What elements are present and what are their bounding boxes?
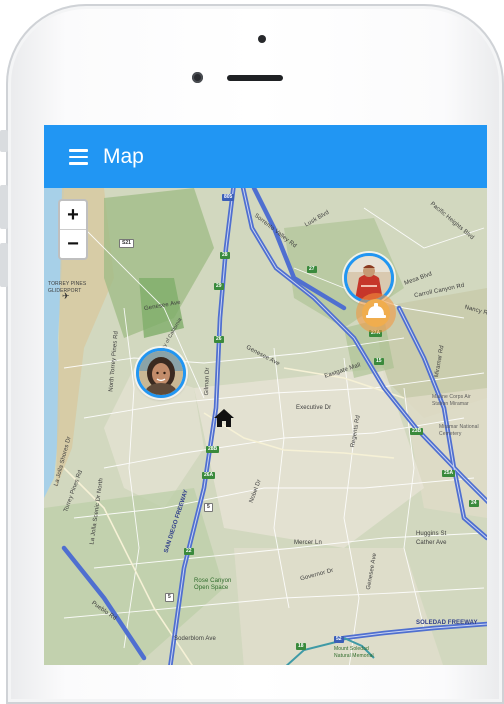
route-shield-52: 52 [334, 636, 344, 643]
route-shield-22: 22 [184, 548, 194, 555]
phone-side-button-volume-down [0, 243, 8, 287]
route-shield-805: 805 [222, 194, 235, 201]
map-label-miramar-national-cemetery: Miramar National Cemetery [439, 424, 479, 437]
route-shield-28b: 28B [206, 446, 220, 453]
zoom-out-button[interactable]: − [60, 230, 86, 258]
map-view[interactable]: TORREY PINES GLIDERPORT ✈ La Jolla Shore… [44, 188, 487, 665]
route-shield-25a: 25A [442, 470, 456, 477]
route-shield-26a: 26A [202, 472, 216, 479]
map-base-layer [44, 188, 487, 665]
map-label-gilman-dr: Gilman Dr [203, 367, 211, 396]
map-label-mercer-ln: Mercer Ln [294, 540, 322, 546]
hamburger-menu-icon[interactable] [69, 149, 88, 165]
map-label-soderblom-ave: Soderblom Ave [174, 636, 216, 642]
map-label-rose-canyon: Rose Canyon Open Space [194, 578, 232, 591]
hard-hat-icon [362, 299, 390, 327]
route-shield-s21: S21 [119, 239, 134, 248]
home-location-marker[interactable] [213, 407, 235, 429]
map-label-torrey-pines: TORREY PINES [48, 281, 87, 287]
avatar [139, 351, 183, 395]
proximity-sensor [258, 35, 266, 43]
phone-side-button-mute [0, 130, 8, 152]
route-shield-18: 18 [296, 643, 306, 650]
route-shield-5-b: 5 [204, 503, 213, 512]
route-shield-28: 28 [220, 252, 230, 259]
front-camera [192, 72, 203, 83]
route-shield-29: 29 [214, 283, 224, 290]
route-shield-26: 26 [214, 336, 224, 343]
map-label-marine-corps: Marine Corps Air Station Miramar [432, 394, 471, 407]
route-shield-5-a: 5 [165, 593, 174, 602]
map-label-soledad-freeway: SOLEDAD FREEWAY [416, 620, 478, 626]
zoom-in-button[interactable]: + [60, 201, 86, 230]
zoom-control: + − [58, 199, 88, 260]
work-location-marker[interactable] [356, 293, 396, 333]
phone-screen: Map TORREY PINES GLIDERPORT ✈ La Jolla S… [44, 125, 487, 665]
map-label-mount-soledad: Mount Soledad Natural Memorial [334, 646, 374, 659]
route-shield-24: 24 [469, 500, 479, 507]
page-title: Map [103, 145, 144, 168]
earpiece-speaker [227, 75, 283, 81]
user-avatar-marker-woman[interactable] [136, 348, 186, 398]
airport-icon: ✈ [62, 291, 70, 301]
app-bar: Map [44, 125, 487, 188]
map-label-huggins-st: Huggins St [416, 531, 447, 537]
map-label-cather-ave: Cather Ave [416, 540, 447, 546]
phone-side-button-volume-up [0, 185, 8, 229]
route-shield-23b: 23B [410, 428, 424, 435]
home-icon [214, 409, 234, 427]
map-label-executive-dr: Executive Dr [296, 405, 332, 411]
route-shield-27: 27 [307, 266, 317, 273]
route-shield-15: 15 [374, 358, 384, 365]
